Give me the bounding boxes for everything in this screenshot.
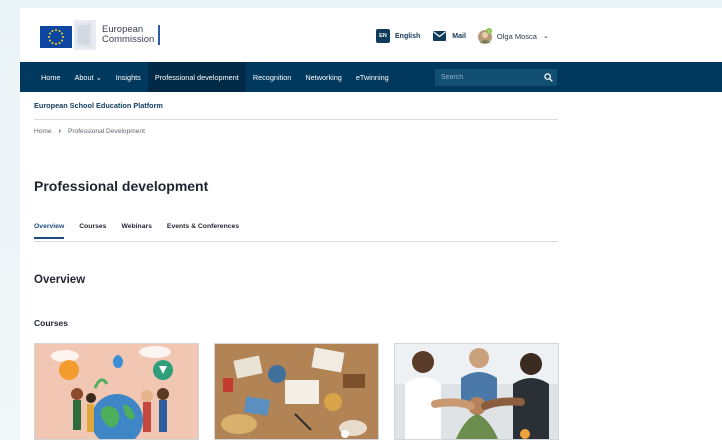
search-button[interactable] — [539, 69, 557, 86]
utility-bar: EN English Mail 1 Olga Mosca ⌄ — [376, 28, 549, 44]
logo-text: European Commission — [102, 25, 161, 45]
platform-name[interactable]: European School Education Platform — [34, 101, 163, 110]
nav-item-home[interactable]: Home — [34, 62, 67, 92]
logo-line-2: Commission — [102, 34, 155, 45]
tab-events-conferences[interactable]: Events & Conferences — [167, 223, 239, 239]
course-card-3[interactable] — [394, 343, 559, 440]
divider — [34, 119, 558, 120]
tab-overview[interactable]: Overview — [34, 223, 65, 239]
breadcrumb-home[interactable]: Home — [34, 128, 52, 135]
user-name[interactable]: Olga Mosca — [497, 32, 537, 41]
page: European Commission EN English Mail 1 Ol… — [20, 8, 722, 440]
course-card-1[interactable] — [34, 343, 199, 440]
course-image-workshop — [215, 344, 378, 439]
section-title: Overview — [34, 274, 86, 286]
language-icon[interactable]: EN — [376, 29, 390, 43]
course-image-teamwork — [395, 344, 558, 439]
course-card-2[interactable] — [214, 343, 379, 440]
nav-item-professional-development[interactable]: Professional development — [147, 62, 246, 92]
courses-heading: Courses — [34, 318, 69, 328]
nav-item-insights[interactable]: Insights — [109, 62, 148, 92]
nav-item-etwinning[interactable]: eTwinning — [349, 62, 396, 92]
mail-link[interactable]: Mail — [452, 33, 466, 40]
tab-courses[interactable]: Courses — [79, 223, 106, 239]
search-input[interactable] — [435, 69, 539, 86]
tabs-divider — [34, 241, 558, 242]
mail-icon[interactable] — [433, 31, 447, 41]
nav-item-recognition[interactable]: Recognition — [246, 62, 299, 92]
tab-bar: Overview Courses Webinars Events & Confe… — [34, 223, 254, 239]
page-title: Professional development — [34, 178, 209, 194]
european-commission-logo[interactable]: European Commission — [34, 20, 161, 50]
breadcrumb-current: Professional Development — [67, 128, 145, 135]
tab-webinars[interactable]: Webinars — [121, 223, 151, 239]
language-selector[interactable]: English — [395, 33, 420, 40]
breadcrumb-separator: › — [58, 128, 61, 135]
search-icon — [543, 73, 553, 82]
top-header: European Commission EN English Mail 1 Ol… — [20, 8, 722, 62]
eu-flag-icon — [34, 20, 96, 50]
main-navigation: Home About ⌄ Insights Professional devel… — [20, 62, 722, 92]
breadcrumb: Home › Professional Development — [34, 128, 145, 135]
nav-item-about[interactable]: About ⌄ — [67, 62, 108, 92]
nav-item-networking[interactable]: Networking — [298, 62, 349, 92]
course-image-sustainability — [35, 344, 198, 439]
chevron-down-icon[interactable]: ⌄ — [543, 32, 549, 40]
user-avatar[interactable]: 1 — [477, 28, 493, 44]
search-box — [435, 69, 557, 86]
